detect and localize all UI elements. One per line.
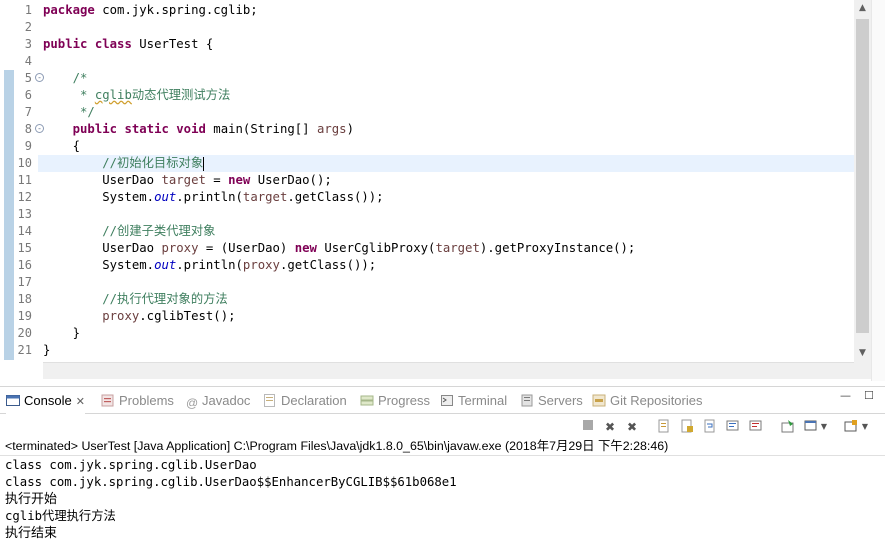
code-line-19: proxy.cglibTest();: [102, 309, 236, 323]
clear-console-icon[interactable]: [656, 419, 672, 435]
code-line-14: //创建子类代理对象: [43, 224, 216, 238]
line-number: 8-: [14, 121, 44, 138]
progress-icon: [360, 395, 374, 406]
line-number: 15: [17, 241, 32, 255]
servers-icon: [521, 394, 533, 407]
code-line-6: * cglib动态代理测试方法: [43, 88, 231, 102]
scroll-lock-icon[interactable]: [679, 419, 695, 435]
console-line: class com.jyk.spring.cglib.UserDao$$Enha…: [5, 475, 457, 489]
tab-progress[interactable]: Progress: [360, 387, 430, 414]
word-wrap-icon[interactable]: [702, 419, 718, 435]
code-line-15: UserDao proxy = (UserDao) new UserCglibP…: [43, 241, 636, 255]
console-line: 执行结束: [5, 526, 58, 541]
code-line-11: UserDao target = new UserDao();: [43, 173, 332, 187]
line-number: 5-: [14, 70, 44, 87]
launch-status: <terminated> UserTest [Java Application]…: [5, 439, 669, 453]
code-line-20: }: [43, 326, 81, 340]
show-stdout-icon[interactable]: [725, 419, 741, 435]
line-number: 1: [24, 3, 32, 17]
line-number: 10: [17, 156, 32, 170]
chevron-down-icon[interactable]: ▼: [819, 419, 829, 435]
line-number: 14: [17, 224, 32, 238]
annotation-ruler: [871, 0, 885, 381]
line-number-gutter: 1 2 3 4 5-6 7 8-9 10 11 12 13 14 15 16 17 18 19 20 21: [14, 2, 44, 359]
code-line-10: //初始化目标对象: [38, 155, 854, 172]
line-number: 13: [17, 207, 32, 221]
line-number: 19: [17, 309, 32, 323]
code-line-5: /*: [43, 71, 88, 85]
display-selected-console-icon[interactable]: [803, 419, 819, 435]
line-number: 7: [24, 105, 32, 119]
view-tab-bar: Console ✕ Problems @ Javadoc Declaration P…: [0, 386, 885, 414]
console-icon: [6, 395, 20, 406]
line-number: 21: [17, 343, 32, 357]
remove-launch-icon[interactable]: ✖: [602, 419, 618, 435]
close-icon[interactable]: ✕: [76, 396, 85, 408]
change-marker: [4, 70, 14, 360]
console-output[interactable]: class com.jyk.spring.cglib.UserDao class…: [5, 457, 457, 542]
tab-git-repositories[interactable]: Git Repositories: [592, 387, 702, 414]
minimize-icon[interactable]: —: [840, 389, 851, 402]
line-number: 12: [17, 190, 32, 204]
code-line-3: public class UserTest {: [43, 37, 214, 51]
line-number: 6: [24, 88, 32, 102]
line-number: 20: [17, 326, 32, 340]
maximize-icon[interactable]: ☐: [864, 389, 874, 402]
declaration-icon: [264, 394, 275, 407]
javadoc-icon: @: [186, 396, 199, 410]
line-number: 16: [17, 258, 32, 272]
console-line: class com.jyk.spring.cglib.UserDao: [5, 458, 257, 472]
line-number: 11: [17, 173, 32, 187]
code-line-21: }: [43, 343, 51, 357]
code-line-1: package com.jyk.spring.cglib;: [43, 3, 258, 17]
code-line-12: System.out.println(target.getClass());: [43, 190, 384, 204]
line-number: 2: [24, 20, 32, 34]
horizontal-scrollbar[interactable]: [43, 362, 854, 379]
line-number: 18: [17, 292, 32, 306]
code-area[interactable]: package com.jyk.spring.cglib; public cla…: [38, 2, 854, 359]
console-line: 执行开始: [5, 492, 58, 507]
terminate-icon[interactable]: [580, 419, 596, 435]
text-caret: [203, 156, 205, 171]
vertical-scrollbar[interactable]: ▲ ▼: [854, 0, 871, 362]
problems-icon: [101, 394, 114, 407]
tab-terminal[interactable]: Terminal: [440, 387, 507, 414]
overview-ruler: [0, 0, 14, 362]
code-line-7: */: [43, 105, 95, 119]
code-line-16: System.out.println(proxy.getClass());: [43, 258, 377, 272]
code-line-9: {: [43, 139, 81, 153]
line-number: 17: [17, 275, 32, 289]
git-icon: [592, 394, 606, 407]
tab-javadoc[interactable]: @ Javadoc: [186, 387, 250, 414]
code-line-8: public static void main(String[] args): [72, 122, 354, 136]
tab-console[interactable]: Console ✕: [6, 387, 85, 414]
tab-servers[interactable]: Servers: [520, 387, 583, 414]
code-editor[interactable]: 1 2 3 4 5-6 7 8-9 10 11 12 13 14 15 16 17 18 19 20 21 pack…: [0, 0, 885, 381]
tab-declaration[interactable]: Declaration: [263, 387, 347, 414]
pin-console-icon[interactable]: [780, 419, 796, 435]
scrollbar-thumb[interactable]: [856, 19, 869, 333]
console-toolbar: ✖ ✖ ▼ ▼: [0, 414, 885, 440]
terminal-icon: [441, 395, 453, 406]
chevron-down-icon[interactable]: ▼: [860, 419, 870, 435]
console-line: cglib代理执行方法: [5, 509, 116, 523]
scroll-down-arrow-icon[interactable]: ▼: [854, 345, 871, 362]
tab-problems[interactable]: Problems: [101, 387, 174, 414]
divider: [0, 455, 885, 456]
line-number: 4: [24, 54, 32, 68]
scroll-up-arrow-icon[interactable]: ▲: [854, 0, 871, 17]
code-line-18: //执行代理对象的方法: [43, 292, 228, 306]
show-stderr-icon[interactable]: [748, 419, 764, 435]
open-console-icon[interactable]: [843, 419, 859, 435]
scrollbar-corner: [854, 362, 871, 379]
remove-all-terminated-icon[interactable]: ✖: [624, 419, 640, 435]
line-number: 9: [24, 139, 32, 153]
line-number: 3: [24, 37, 32, 51]
